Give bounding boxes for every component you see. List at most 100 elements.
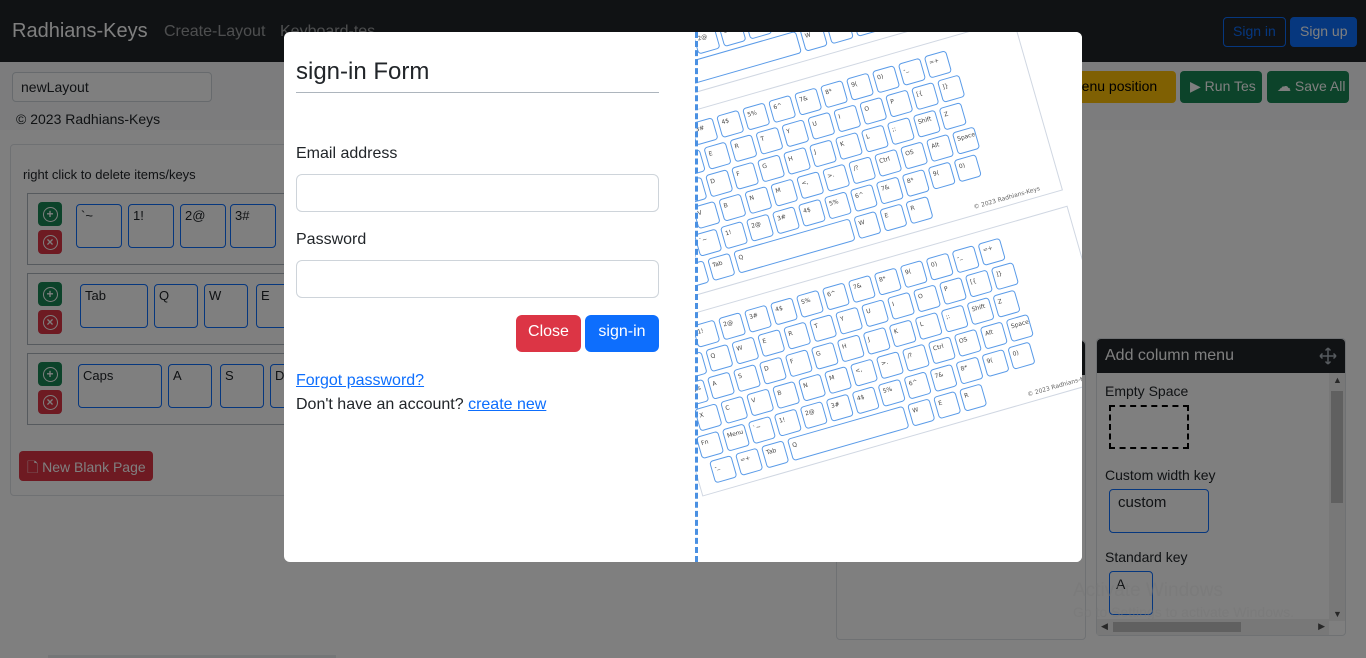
svg-text:4$: 4$	[856, 394, 865, 403]
title-divider	[296, 92, 659, 93]
sketch-key	[748, 416, 776, 444]
sketch-key	[859, 97, 887, 125]
svg-text:Q: Q	[710, 352, 717, 360]
svg-text:Ctrl: Ctrl	[879, 155, 892, 165]
svg-text:]}: ]}	[995, 270, 1003, 278]
svg-text:7&: 7&	[880, 184, 890, 193]
sketch-key	[846, 73, 874, 101]
svg-text:P: P	[943, 285, 949, 293]
sketch-key	[959, 384, 987, 411]
sketch-key	[902, 344, 930, 372]
sketch-key	[746, 214, 774, 242]
sketch-key	[924, 51, 952, 78]
sketch-key	[757, 155, 785, 182]
svg-text:5%: 5%	[882, 386, 893, 395]
sketch-key	[854, 211, 881, 239]
password-label: Password	[296, 231, 367, 248]
svg-text:;:: ;:	[891, 126, 897, 134]
svg-text:F: F	[789, 358, 795, 366]
sketch-key	[993, 290, 1020, 318]
sketch-key	[887, 117, 915, 145]
svg-text:R: R	[734, 143, 740, 151]
modal-title: sign-in Form	[296, 58, 430, 85]
sketch-key	[822, 164, 850, 192]
sketch-key	[772, 206, 800, 234]
sketch-caption: © 2023 Radhians-Keys	[1027, 373, 1082, 399]
sketch-key	[735, 448, 763, 476]
sketch-key	[905, 196, 933, 224]
create-account-prompt: Don't have an account? create new	[296, 396, 546, 414]
sketch-key	[952, 245, 980, 273]
sketch-key	[930, 364, 957, 392]
svg-text:3#: 3#	[830, 401, 840, 410]
sketch-key	[861, 299, 889, 327]
sketch-key	[809, 140, 837, 167]
sketch-key	[718, 32, 746, 47]
sketch-key	[939, 277, 967, 305]
sketch-key	[911, 82, 939, 110]
svg-text:Q: Q	[738, 254, 745, 262]
svg-text:Tab: Tab	[711, 260, 724, 270]
sketch-key	[898, 58, 926, 86]
sketch-key	[704, 142, 731, 170]
sketch-key	[707, 372, 735, 400]
sketch-key	[745, 186, 772, 214]
svg-text:Alt: Alt	[984, 329, 994, 338]
svg-text:Z: Z	[943, 111, 949, 119]
sketch-key	[783, 147, 811, 175]
svg-text:-_: -_	[902, 66, 910, 74]
svg-text:>.: >.	[880, 359, 889, 368]
sketch-key	[863, 327, 891, 355]
svg-text:Y: Y	[785, 128, 792, 136]
svg-text:U: U	[866, 308, 872, 316]
svg-text:U: U	[812, 120, 818, 128]
svg-text:0): 0)	[1012, 349, 1020, 357]
sketch-key	[954, 329, 982, 357]
sketch-key	[824, 192, 852, 219]
svg-text:G: G	[762, 162, 769, 170]
sketch-key	[798, 199, 826, 227]
svg-text:L: L	[919, 320, 925, 328]
close-button[interactable]: Close	[516, 315, 581, 352]
sketch-key	[1006, 314, 1034, 342]
sketch-key	[937, 75, 965, 103]
notebook-spine	[695, 32, 698, 562]
sketch-key	[876, 351, 904, 379]
svg-text:H: H	[787, 155, 793, 163]
sketch-key	[965, 270, 993, 297]
sketch-key	[757, 329, 785, 357]
sketch-key	[956, 357, 983, 384]
svg-text:`~: `~	[699, 236, 709, 245]
svg-text:1!: 1!	[778, 416, 786, 424]
sketch-key	[874, 149, 902, 177]
email-label: Email address	[296, 145, 398, 162]
sketch-key	[837, 335, 865, 362]
forgot-password-link[interactable]: Forgot password?	[296, 372, 424, 390]
svg-text:L: L	[865, 133, 871, 141]
sketch-key	[852, 386, 880, 414]
svg-text:9(: 9(	[932, 169, 940, 177]
svg-text:R: R	[910, 204, 916, 212]
sketch-key	[991, 262, 1019, 290]
sketch-key	[904, 372, 932, 399]
sketch-key	[731, 162, 759, 190]
svg-text:W: W	[804, 32, 812, 40]
svg-text:J: J	[812, 148, 817, 156]
sketch-key	[796, 171, 824, 199]
sketch-key	[835, 307, 863, 335]
password-field[interactable]	[296, 260, 659, 298]
svg-text:M: M	[775, 187, 782, 195]
sketch-key	[952, 127, 980, 155]
sketch-key	[707, 253, 735, 281]
email-field[interactable]	[296, 174, 659, 212]
sketch-key	[941, 305, 969, 333]
sketch-key	[807, 112, 835, 140]
sketch-key	[709, 455, 737, 483]
submit-sign-in-button[interactable]: sign-in	[585, 315, 659, 352]
svg-text:[{: [{	[916, 90, 924, 98]
sketch-key	[907, 399, 935, 426]
create-new-link[interactable]: create new	[468, 396, 546, 413]
sketch-key	[761, 440, 789, 468]
sketch-key	[939, 102, 967, 130]
sketch-key	[720, 396, 748, 424]
